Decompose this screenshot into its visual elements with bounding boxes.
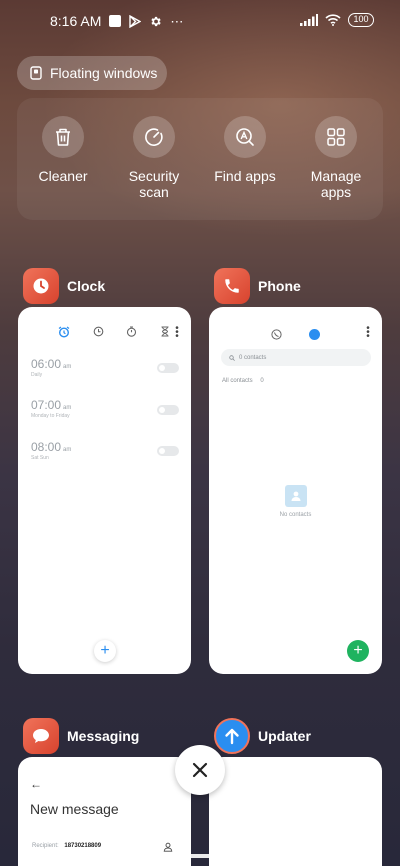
alarm-time: 06:00	[31, 357, 62, 371]
phone-more-icon[interactable]: • • •	[366, 324, 370, 342]
alarm-toggle[interactable]	[157, 363, 179, 373]
all-contacts-label: All contacts	[222, 378, 253, 384]
messaging-app-card[interactable]: ← New message Recipient: 18730218809	[18, 757, 191, 866]
square-notification-icon	[109, 15, 122, 27]
back-arrow-icon[interactable]: ←	[30, 777, 42, 791]
floating-windows-button[interactable]: Floating windows	[17, 56, 167, 90]
home-indicator[interactable]	[126, 854, 274, 858]
stopwatch-tab-icon[interactable]	[126, 326, 137, 337]
contacts-search-input[interactable]: 0 contacts	[221, 349, 371, 366]
add-alarm-button[interactable]: +	[94, 640, 116, 662]
clock-app-card[interactable]: • • • 06:00 am Daily 07:00 am Monday to Frid…	[18, 307, 191, 674]
contact-placeholder-icon	[284, 485, 307, 507]
battery-icon: 100	[348, 13, 374, 27]
manage-apps-label: Manage apps	[310, 168, 362, 200]
alarm-toggle[interactable]	[157, 405, 179, 415]
world-clock-tab-icon[interactable]	[93, 326, 104, 337]
recipient-label: Recipient:	[32, 843, 59, 849]
clock-app-icon	[23, 268, 59, 304]
contact-picker-icon[interactable]	[163, 842, 173, 852]
status-left: 8:16 AM ⋯	[50, 13, 183, 29]
quick-tools-panel: Cleaner Security scan Find apps Manage a…	[17, 98, 383, 220]
more-dots-icon: ⋯	[170, 13, 184, 29]
security-scan-label: Security scan	[128, 168, 180, 200]
contacts-search-placeholder: 0 contacts	[239, 354, 267, 361]
alarm-repeat: Daily	[31, 372, 43, 378]
trash-icon	[42, 116, 84, 158]
contacts-tab-icon[interactable]	[309, 329, 320, 340]
messaging-app-header[interactable]: Messaging	[23, 718, 139, 754]
status-right: 100	[300, 13, 374, 27]
all-contacts-count: 0	[260, 378, 264, 384]
gear-icon	[151, 16, 162, 26]
clock-more-icon[interactable]: • • •	[175, 324, 179, 342]
clock-tabs	[58, 326, 170, 338]
phone-app-header[interactable]: Phone	[214, 268, 301, 304]
signal-icon	[300, 14, 318, 26]
recipient-row[interactable]: Recipient: 18730218809	[32, 843, 101, 849]
cleaner-label: Cleaner	[38, 168, 88, 184]
messaging-app-name: Messaging	[67, 728, 140, 744]
alarm-ampm: am	[63, 447, 72, 453]
alarm-time: 07:00	[31, 398, 62, 412]
empty-contacts-state: No contacts	[209, 485, 382, 518]
search-icon	[229, 354, 235, 361]
phone-app-name: Phone	[258, 278, 301, 294]
add-contact-button[interactable]: +	[347, 640, 369, 662]
manage-apps-button[interactable]: Manage apps	[291, 116, 381, 200]
messaging-app-icon	[23, 718, 59, 754]
alarm-ampm: am	[63, 364, 72, 370]
cleaner-button[interactable]: Cleaner	[18, 116, 108, 184]
clock-app-header[interactable]: Clock	[23, 268, 105, 304]
close-icon	[192, 762, 208, 778]
play-store-icon	[129, 14, 142, 28]
alarm-tab-icon[interactable]	[58, 326, 70, 338]
find-apps-label: Find apps	[214, 168, 276, 184]
updater-app-header[interactable]: Updater	[214, 718, 311, 754]
status-bar: 8:16 AM ⋯ 100	[0, 0, 400, 44]
grid-icon	[315, 116, 357, 158]
updater-app-card[interactable]	[209, 757, 382, 866]
alarm-toggle[interactable]	[157, 446, 179, 456]
updater-app-name: Updater	[258, 728, 311, 744]
find-apps-icon	[224, 116, 266, 158]
wifi-icon	[325, 14, 341, 26]
alarm-repeat: Sat Sun	[31, 455, 49, 461]
no-contacts-text: No contacts	[279, 512, 312, 518]
clear-all-button[interactable]	[175, 745, 225, 795]
find-apps-button[interactable]: Find apps	[200, 116, 290, 184]
recipient-value: 18730218809	[64, 843, 102, 849]
security-scan-icon	[133, 116, 175, 158]
timer-tab-icon[interactable]	[160, 326, 170, 337]
call-log-tab-icon[interactable]	[271, 329, 282, 340]
floating-window-icon	[30, 66, 42, 80]
status-time: 8:16 AM	[50, 13, 102, 29]
alarm-time: 08:00	[31, 440, 62, 454]
security-scan-button[interactable]: Security scan	[109, 116, 199, 200]
phone-app-icon	[214, 268, 250, 304]
phone-app-card[interactable]: • • • 0 contacts All contacts 0 No contact…	[209, 307, 382, 674]
new-message-title: New message	[30, 801, 119, 817]
all-contacts-filter[interactable]: All contacts 0	[222, 378, 264, 384]
clock-app-name: Clock	[67, 278, 106, 294]
alarm-ampm: am	[63, 405, 72, 411]
floating-windows-label: Floating windows	[50, 65, 158, 81]
updater-app-icon	[214, 718, 250, 754]
